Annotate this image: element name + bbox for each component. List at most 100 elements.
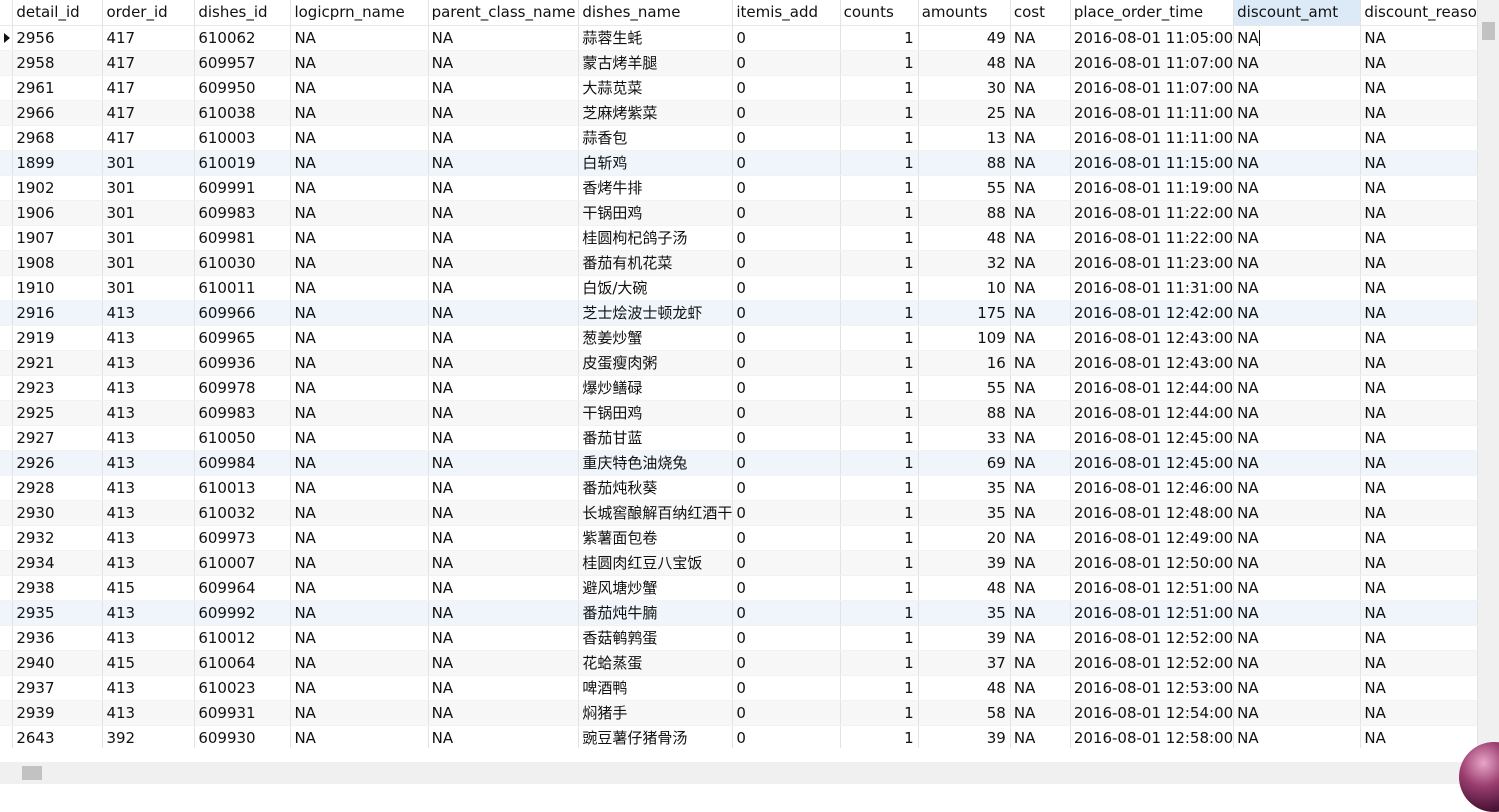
- row-selector[interactable]: [0, 425, 14, 451]
- cell-discount-amt[interactable]: NA: [1233, 75, 1362, 101]
- cell-counts[interactable]: 1: [840, 325, 919, 351]
- cell-cost[interactable]: NA: [1010, 50, 1071, 76]
- cell-logicprn-name[interactable]: NA: [290, 25, 429, 51]
- cell-counts[interactable]: 1: [840, 625, 919, 651]
- cell-order-id[interactable]: 392: [102, 725, 196, 748]
- cell-discount-amt[interactable]: NA: [1233, 475, 1362, 501]
- cell-dishes-id[interactable]: 610064: [194, 650, 292, 676]
- cell-place-order-time[interactable]: 2016-08-01 12:54:00: [1070, 700, 1235, 726]
- cell-parent-class-name[interactable]: NA: [428, 425, 580, 451]
- cell-order-id[interactable]: 413: [102, 675, 196, 701]
- cell-logicprn-name[interactable]: NA: [290, 625, 429, 651]
- cell-dishes-id[interactable]: 609964: [194, 575, 292, 601]
- cell-discount-amt[interactable]: NA: [1233, 175, 1362, 201]
- cell-counts[interactable]: 1: [840, 25, 919, 51]
- cell-cost[interactable]: NA: [1010, 450, 1071, 476]
- cell-counts[interactable]: 1: [840, 500, 919, 526]
- cell-itemis-add[interactable]: 0: [732, 500, 841, 526]
- cell-parent-class-name[interactable]: NA: [428, 300, 580, 326]
- cell-place-order-time[interactable]: 2016-08-01 12:51:00: [1070, 575, 1235, 601]
- cell-logicprn-name[interactable]: NA: [290, 575, 429, 601]
- cell-discount-amt[interactable]: NA: [1233, 700, 1362, 726]
- row-selector[interactable]: [0, 25, 14, 51]
- table-row[interactable]: 2930 413 610032 NA NA 长城窖酿解百纳红酒干 0 1 35 NA 2016-08…: [0, 500, 1478, 526]
- cell-place-order-time[interactable]: 2016-08-01 11:05:00: [1070, 25, 1235, 51]
- cell-amounts[interactable]: 16: [918, 350, 1011, 376]
- cell-discount-amt[interactable]: NA: [1233, 100, 1362, 126]
- cell-discount-reaso[interactable]: NA: [1360, 500, 1478, 526]
- cell-logicprn-name[interactable]: NA: [290, 275, 429, 301]
- cell-dishes-name[interactable]: 桂圆枸杞鸽子汤: [578, 225, 734, 251]
- cell-order-id[interactable]: 301: [102, 200, 196, 226]
- table-row[interactable]: 1899 301 610019 NA NA 白斩鸡 0 1 88 NA 2016-08-01 11:…: [0, 150, 1478, 176]
- cell-cost[interactable]: NA: [1010, 100, 1071, 126]
- cell-detail-id[interactable]: 2938: [12, 575, 104, 601]
- table-row[interactable]: 1907 301 609981 NA NA 桂圆枸杞鸽子汤 0 1 48 NA 2016-08-01…: [0, 225, 1478, 251]
- data-grid[interactable]: detail_id order_id dishes_id logicprn_name p…: [0, 0, 1478, 748]
- cell-dishes-name[interactable]: 大蒜苋菜: [578, 75, 734, 101]
- cell-parent-class-name[interactable]: NA: [428, 325, 580, 351]
- cell-parent-class-name[interactable]: NA: [428, 375, 580, 401]
- table-row[interactable]: 2923 413 609978 NA NA 爆炒鳝碌 0 1 55 NA 2016-08-01 12…: [0, 375, 1478, 401]
- cell-dishes-name[interactable]: 紫薯面包卷: [578, 525, 734, 551]
- cell-amounts[interactable]: 39: [918, 550, 1011, 576]
- cell-counts[interactable]: 1: [840, 700, 919, 726]
- cell-itemis-add[interactable]: 0: [732, 425, 841, 451]
- table-row[interactable]: 2936 413 610012 NA NA 香菇鹌鹑蛋 0 1 39 NA 2016-08-01 1…: [0, 625, 1478, 651]
- cell-logicprn-name[interactable]: NA: [290, 300, 429, 326]
- cell-amounts[interactable]: 175: [918, 300, 1011, 326]
- cell-parent-class-name[interactable]: NA: [428, 200, 580, 226]
- cell-parent-class-name[interactable]: NA: [428, 525, 580, 551]
- cell-discount-reaso[interactable]: NA: [1360, 675, 1478, 701]
- table-row[interactable]: 1908 301 610030 NA NA 番茄有机花菜 0 1 32 NA 2016-08-01 …: [0, 250, 1478, 276]
- cell-cost[interactable]: NA: [1010, 300, 1071, 326]
- cell-itemis-add[interactable]: 0: [732, 625, 841, 651]
- table-row[interactable]: 2934 413 610007 NA NA 桂圆肉红豆八宝饭 0 1 39 NA 2016-08-0…: [0, 550, 1478, 576]
- cell-dishes-id[interactable]: 610013: [194, 475, 292, 501]
- cell-cost[interactable]: NA: [1010, 225, 1071, 251]
- cell-itemis-add[interactable]: 0: [732, 350, 841, 376]
- table-row[interactable]: 1902 301 609991 NA NA 香烤牛排 0 1 55 NA 2016-08-01 11…: [0, 175, 1478, 201]
- cell-detail-id[interactable]: 2956: [12, 25, 104, 51]
- cell-dishes-id[interactable]: 610030: [194, 250, 292, 276]
- cell-amounts[interactable]: 69: [918, 450, 1011, 476]
- cell-logicprn-name[interactable]: NA: [290, 700, 429, 726]
- cell-dishes-id[interactable]: 609973: [194, 525, 292, 551]
- cell-order-id[interactable]: 413: [102, 550, 196, 576]
- cell-dishes-id[interactable]: 609991: [194, 175, 292, 201]
- cell-dishes-name[interactable]: 蒙古烤羊腿: [578, 50, 734, 76]
- cell-itemis-add[interactable]: 0: [732, 700, 841, 726]
- cell-discount-reaso[interactable]: NA: [1360, 250, 1478, 276]
- cell-dishes-id[interactable]: 609930: [194, 725, 292, 748]
- cell-parent-class-name[interactable]: NA: [428, 700, 580, 726]
- cell-cost[interactable]: NA: [1010, 125, 1071, 151]
- cell-itemis-add[interactable]: 0: [732, 550, 841, 576]
- column-header-parent-class-name[interactable]: parent_class_name: [428, 0, 580, 26]
- column-header-counts[interactable]: counts: [840, 0, 919, 26]
- cell-discount-amt[interactable]: NA: [1233, 225, 1362, 251]
- cell-discount-amt[interactable]: NA: [1233, 550, 1362, 576]
- cell-discount-reaso[interactable]: NA: [1360, 525, 1478, 551]
- cell-dishes-name[interactable]: 焖猪手: [578, 700, 734, 726]
- cell-dishes-name[interactable]: 蒜香包: [578, 125, 734, 151]
- cell-amounts[interactable]: 37: [918, 650, 1011, 676]
- cell-detail-id[interactable]: 2961: [12, 75, 104, 101]
- cell-itemis-add[interactable]: 0: [732, 375, 841, 401]
- table-row[interactable]: 1910 301 610011 NA NA 白饭/大碗 0 1 10 NA 2016-08-01 1…: [0, 275, 1478, 301]
- cell-counts[interactable]: 1: [840, 450, 919, 476]
- cell-logicprn-name[interactable]: NA: [290, 200, 429, 226]
- cell-discount-amt[interactable]: NA: [1233, 275, 1362, 301]
- cell-counts[interactable]: 1: [840, 350, 919, 376]
- cell-place-order-time[interactable]: 2016-08-01 12:44:00: [1070, 400, 1235, 426]
- cell-logicprn-name[interactable]: NA: [290, 650, 429, 676]
- cell-order-id[interactable]: 413: [102, 375, 196, 401]
- cell-order-id[interactable]: 417: [102, 75, 196, 101]
- cell-dishes-id[interactable]: 610011: [194, 275, 292, 301]
- cell-counts[interactable]: 1: [840, 300, 919, 326]
- cell-logicprn-name[interactable]: NA: [290, 725, 429, 748]
- cell-counts[interactable]: 1: [840, 375, 919, 401]
- cell-dishes-id[interactable]: 609965: [194, 325, 292, 351]
- cell-amounts[interactable]: 35: [918, 475, 1011, 501]
- cell-detail-id[interactable]: 2939: [12, 700, 104, 726]
- cell-order-id[interactable]: 413: [102, 475, 196, 501]
